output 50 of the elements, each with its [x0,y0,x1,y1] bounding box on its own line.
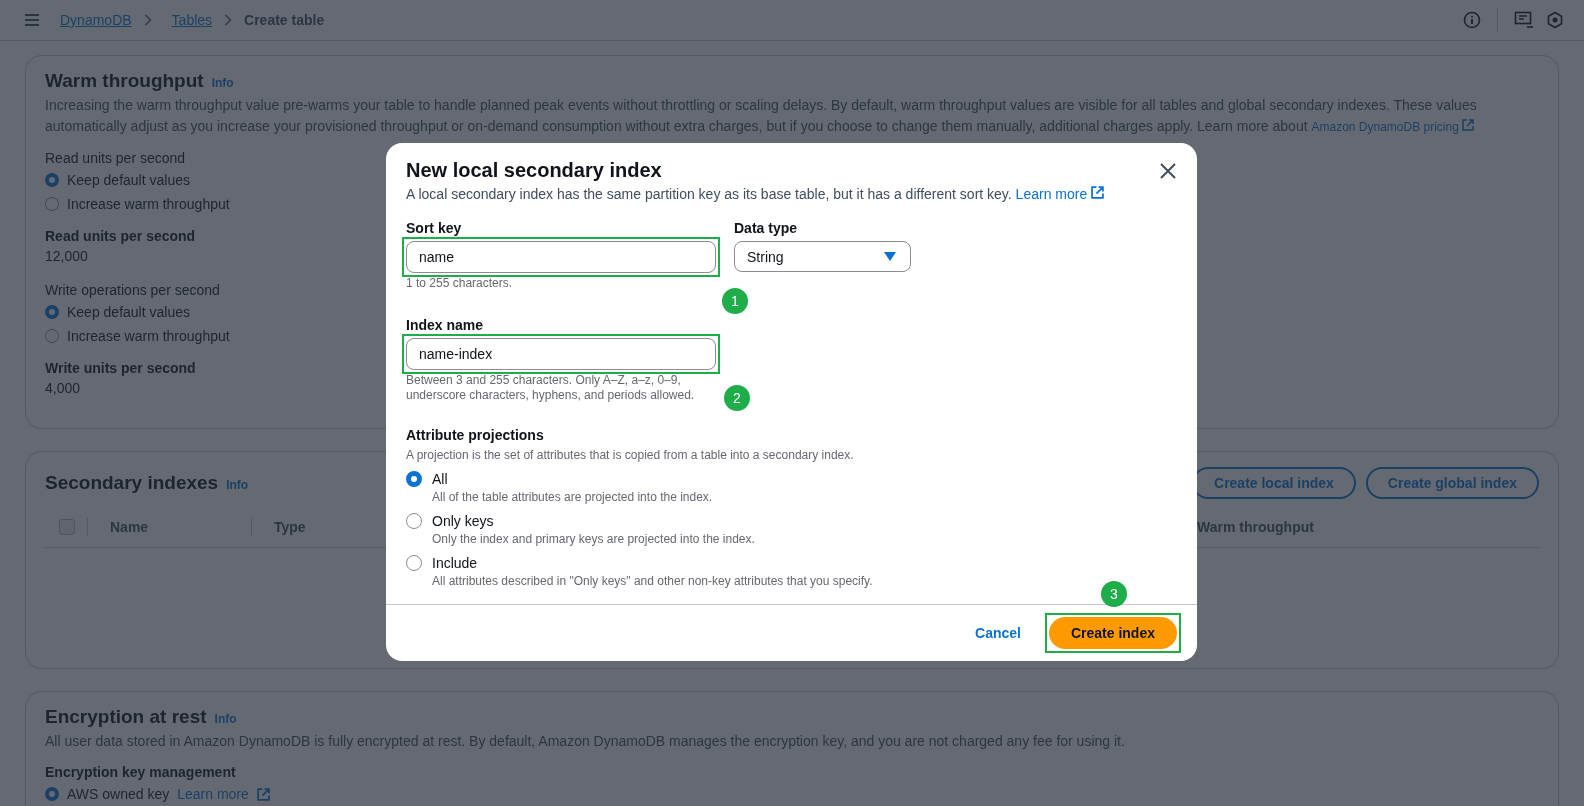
section-title: Encryption at rest [45,706,207,728]
field-label: Read units per second [45,149,186,168]
info-link[interactable]: Info [226,478,249,492]
field-label: Data type [734,219,799,238]
field-label: Attribute projections [406,426,545,445]
radio-button[interactable] [406,513,422,529]
radio-label: Increase warm throughput [67,195,230,214]
create-index-button[interactable]: Create index [1048,617,1177,649]
radio-button[interactable] [406,471,422,487]
radio-label: Keep default values [67,171,190,190]
radio-description: All of the table attributes are projected into the index. [432,490,713,505]
section-title: Secondary indexes [45,472,219,494]
step-marker: 3 [1100,581,1127,607]
radio-label: AWS owned key [67,785,170,804]
cancel-button[interactable]: Cancel [975,625,1021,641]
info-link[interactable]: Info [214,712,237,726]
sort-key-input[interactable]: name [406,241,716,273]
modal-title: New local secondary index [406,159,662,182]
caret-down-icon [884,252,896,261]
radio-label: Include [432,554,479,573]
radio-label: Keep default values [67,303,190,322]
field-description: A projection is the set of attributes that is copied from a table into a secondary index. [406,448,855,463]
field-label: Sort key [406,219,463,238]
field-hint: Between 3 and 255 characters. Only A–Z, a–z, 0–9, underscore characters, hyphens, and periods allowed. [406,373,696,403]
radio-button[interactable] [406,555,422,571]
step-marker: 2 [724,385,750,411]
value-text: 4,000 [45,379,81,398]
field-label: Encryption key management [45,763,236,782]
value-label: Write units per second [45,359,196,378]
section-description: All user data stored in Amazon DynamoDB is fully encrypted at rest. By default, Amazon DynamoDB manages the encryption key, and you are not charged any fee for using it. [45,732,1126,751]
breadcrumb-link[interactable]: DynamoDB [60,12,132,28]
radio-label: Increase warm throughput [67,327,230,346]
external-link-icon [1091,186,1105,199]
learn-more-link[interactable]: Learn more [1015,186,1105,202]
modal-description: A local secondary index has the same partition key as its base table, but it has a different sort key. Learn more [406,184,1177,204]
breadcrumb-link[interactable]: Tables [171,12,213,28]
field-hint: 1 to 255 characters. [406,276,514,291]
close-icon[interactable] [1159,161,1177,180]
value-label: Read units per second [45,227,196,246]
field-label: Write operations per second [45,281,220,300]
radio-description: All attributes described in "Only keys" and other non-key attributes that you specify. [432,574,873,589]
field-label: Index name [406,316,485,335]
index-name-input[interactable]: name-index [406,338,716,370]
section-title: Warm throughput [45,70,204,92]
value-text: 12,000 [45,247,88,266]
radio-label: All [432,470,449,489]
step-marker: 1 [722,288,748,314]
breadcrumb-current: Create table [244,12,325,28]
data-type-select[interactable]: String [734,241,911,272]
info-link[interactable]: Info [211,76,234,90]
